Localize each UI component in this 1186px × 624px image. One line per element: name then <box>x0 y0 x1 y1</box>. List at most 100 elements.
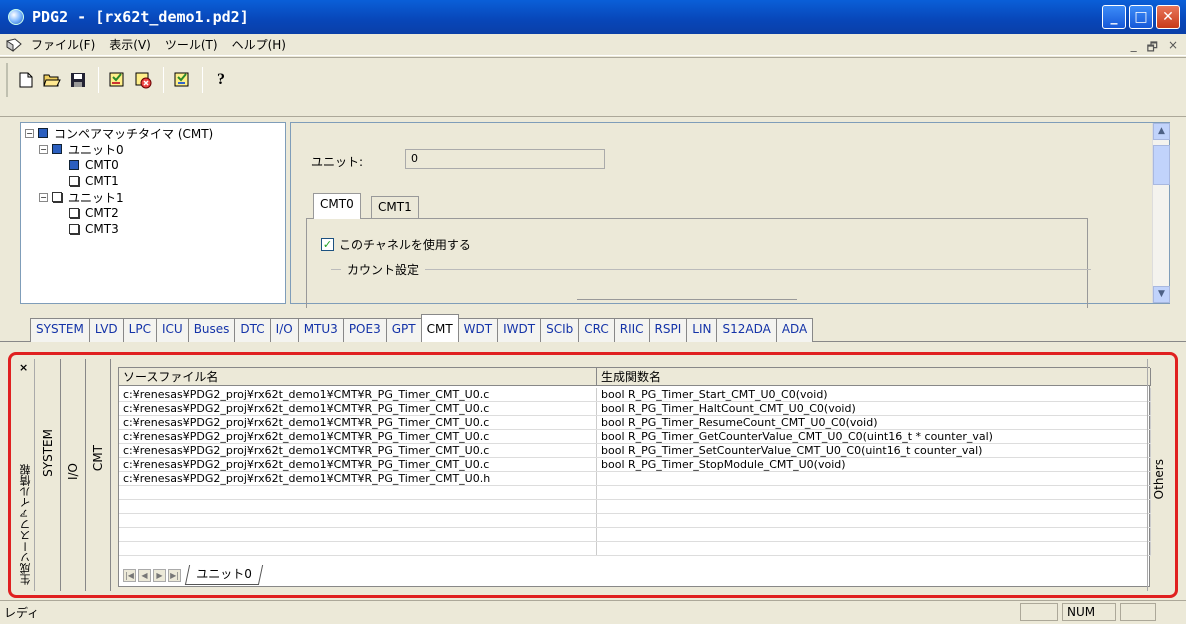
window-title: PDG2 - [rx62t_demo1.pd2] <box>32 8 249 26</box>
maximize-button[interactable]: □ <box>1129 5 1153 29</box>
table-row[interactable]: c:¥renesas¥PDG2_proj¥rx62t_demo1¥CMT¥R_P… <box>119 458 1151 472</box>
tree-node-unit1[interactable]: − ユニット1 <box>25 189 281 205</box>
panel-close-button[interactable]: × <box>19 361 28 374</box>
status-panel-scrl <box>1120 603 1156 621</box>
next-sheet-icon[interactable]: ▶ <box>153 568 166 582</box>
unit-icon <box>52 144 62 154</box>
column-header-function[interactable]: 生成関数名 <box>597 368 1151 386</box>
tree-node-cmt0[interactable]: CMT0 <box>25 157 281 173</box>
collapse-icon[interactable]: − <box>39 144 48 154</box>
tab-lin[interactable]: LIN <box>686 318 718 342</box>
tab-wdt[interactable]: WDT <box>457 318 499 342</box>
table-row[interactable]: c:¥renesas¥PDG2_proj¥rx62t_demo1¥CMT¥R_P… <box>119 402 1151 416</box>
table-row[interactable] <box>119 542 1151 556</box>
prev-sheet-icon[interactable]: ◀ <box>138 568 151 582</box>
new-icon[interactable] <box>14 68 38 92</box>
status-panel-caps <box>1020 603 1058 621</box>
menu-view[interactable]: 表示(V) <box>102 36 158 53</box>
panel-side-title: × 生成ソースファイル情報 <box>15 359 35 591</box>
use-channel-checkbox[interactable]: ✓ このチャネルを使用する <box>321 236 471 253</box>
first-sheet-icon[interactable]: |◀ <box>123 568 136 582</box>
sheet-tab-unit0[interactable]: ユニット0 <box>184 565 263 585</box>
document-icon[interactable] <box>6 37 22 52</box>
last-sheet-icon[interactable]: ▶| <box>168 568 181 582</box>
table-row[interactable]: c:¥renesas¥PDG2_proj¥rx62t_demo1¥CMT¥R_P… <box>119 444 1151 458</box>
scroll-up-icon[interactable]: ▲ <box>1153 123 1170 140</box>
collapse-icon[interactable]: − <box>39 192 48 202</box>
tree-node-cmt3[interactable]: CMT3 <box>25 221 281 237</box>
vtab-label: Others <box>1152 459 1166 500</box>
vtab-system[interactable]: SYSTEM <box>37 359 61 591</box>
menu-tools[interactable]: ツール(T) <box>158 36 225 53</box>
tab-poe3[interactable]: POE3 <box>342 318 387 342</box>
grid-header: ソースファイル名 生成関数名 <box>119 368 1151 386</box>
tab-riic[interactable]: RIIC <box>613 318 650 342</box>
table-row[interactable] <box>119 486 1151 500</box>
toolbar-separator <box>163 67 164 93</box>
tab-system[interactable]: SYSTEM <box>30 318 90 342</box>
tab-mtu3[interactable]: MTU3 <box>297 318 344 342</box>
tree-node-cmt[interactable]: − コンペアマッチタイマ (CMT) <box>25 125 281 141</box>
menu-help[interactable]: ヘルプ(H) <box>225 36 293 53</box>
minimize-button[interactable]: _ <box>1102 5 1126 29</box>
tab-io[interactable]: I/O <box>269 318 299 342</box>
scroll-thumb[interactable] <box>1153 145 1170 185</box>
mdi-restore-button[interactable]: 🗗 <box>1147 38 1158 59</box>
table-row[interactable] <box>119 500 1151 514</box>
tab-cmt1[interactable]: CMT1 <box>371 196 419 218</box>
tree-node-unit0[interactable]: − ユニット0 <box>25 141 281 157</box>
vtab-cmt[interactable]: CMT <box>87 359 111 591</box>
report-icon[interactable] <box>170 68 194 92</box>
tab-dtc[interactable]: DTC <box>234 318 271 342</box>
generate-icon[interactable] <box>105 68 129 92</box>
settings-pane: ユニット: 0 CMT0 CMT1 ✓ このチャネルを使用する カウント設定 ▲… <box>290 122 1170 308</box>
vtab-io[interactable]: I/O <box>62 359 86 591</box>
tab-cmt[interactable]: CMT <box>420 314 459 342</box>
tab-cmt0[interactable]: CMT0 <box>313 193 361 219</box>
tree-node-cmt2[interactable]: CMT2 <box>25 205 281 221</box>
tree-node-cmt1[interactable]: CMT1 <box>25 173 281 189</box>
table-row[interactable]: c:¥renesas¥PDG2_proj¥rx62t_demo1¥CMT¥R_P… <box>119 430 1151 444</box>
tree-label: ユニット0 <box>68 142 124 157</box>
cell-source-file: c:¥renesas¥PDG2_proj¥rx62t_demo1¥CMT¥R_P… <box>119 444 597 457</box>
mdi-minimize-button[interactable]: _ <box>1131 38 1137 59</box>
tab-lvd[interactable]: LVD <box>88 318 124 342</box>
unit-label: ユニット: <box>311 155 364 169</box>
vtab-label: CMT <box>91 445 105 472</box>
mdi-close-button[interactable]: × <box>1168 38 1178 59</box>
tab-iwdt[interactable]: IWDT <box>497 318 542 342</box>
tab-gpt[interactable]: GPT <box>385 318 422 342</box>
tab-ada[interactable]: ADA <box>775 318 814 342</box>
vertical-scrollbar[interactable]: ▲ ▼ <box>1152 123 1170 303</box>
tab-icu[interactable]: ICU <box>155 318 189 342</box>
cell-function <box>597 500 1151 513</box>
tab-lpc[interactable]: LPC <box>122 318 157 342</box>
table-row[interactable] <box>119 514 1151 528</box>
title-bar[interactable]: PDG2 - [rx62t_demo1.pd2] _ □ ✕ <box>0 0 1186 34</box>
app-icon[interactable] <box>8 9 24 25</box>
close-button[interactable]: ✕ <box>1156 5 1180 29</box>
tab-scib[interactable]: SCIb <box>540 318 580 342</box>
cell-source-file: c:¥renesas¥PDG2_proj¥rx62t_demo1¥CMT¥R_P… <box>119 430 597 443</box>
tab-crc[interactable]: CRC <box>578 318 615 342</box>
column-header-file[interactable]: ソースファイル名 <box>119 368 597 386</box>
tab-buses[interactable]: Buses <box>187 318 236 342</box>
toolbar: ? <box>0 57 1186 117</box>
scroll-down-icon[interactable]: ▼ <box>1153 286 1170 303</box>
collapse-icon[interactable]: − <box>25 128 34 138</box>
table-row[interactable] <box>119 528 1151 542</box>
status-text: レディ <box>4 606 40 620</box>
tree-label: CMT3 <box>85 222 119 236</box>
help-icon[interactable]: ? <box>209 68 233 92</box>
open-icon[interactable] <box>40 68 64 92</box>
menu-file[interactable]: ファイル(F) <box>24 36 102 53</box>
cell-source-file: c:¥renesas¥PDG2_proj¥rx62t_demo1¥CMT¥R_P… <box>119 416 597 429</box>
table-row[interactable]: c:¥renesas¥PDG2_proj¥rx62t_demo1¥CMT¥R_P… <box>119 472 1151 486</box>
check-icon[interactable] <box>131 68 155 92</box>
table-row[interactable]: c:¥renesas¥PDG2_proj¥rx62t_demo1¥CMT¥R_P… <box>119 416 1151 430</box>
table-row[interactable]: c:¥renesas¥PDG2_proj¥rx62t_demo1¥CMT¥R_P… <box>119 388 1151 402</box>
vtab-others[interactable]: Others <box>1147 359 1171 591</box>
tab-s12ada[interactable]: S12ADA <box>716 318 777 342</box>
tab-rspi[interactable]: RSPI <box>648 318 688 342</box>
save-icon[interactable] <box>66 68 90 92</box>
